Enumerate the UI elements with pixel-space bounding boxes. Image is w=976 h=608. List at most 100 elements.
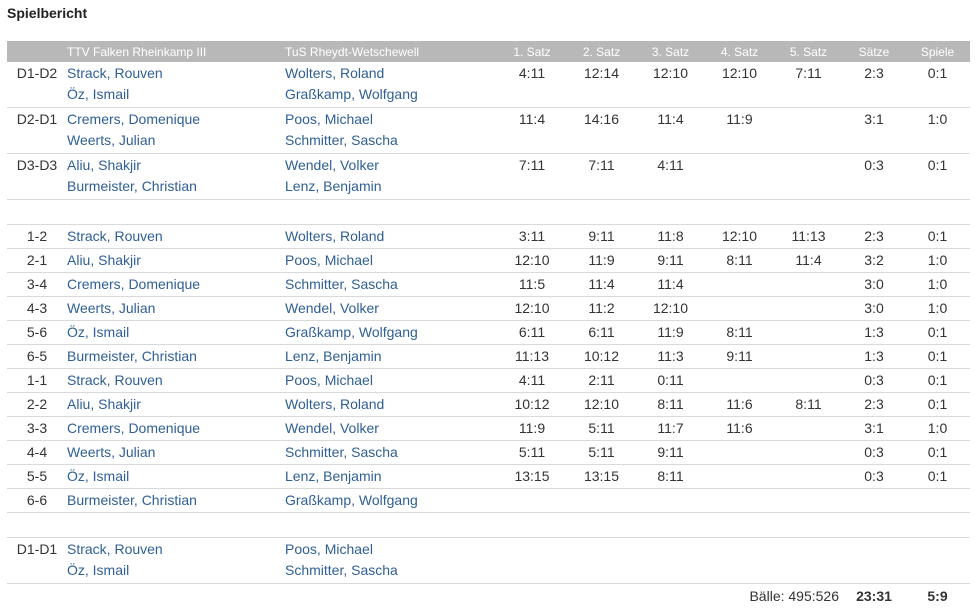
set-3-score: 8:11 (636, 465, 705, 489)
home-player-link[interactable]: Strack, Rouven (67, 63, 285, 84)
home-player-link[interactable]: Weerts, Julian (67, 297, 285, 321)
home-player-link[interactable]: Aliu, Shakjir (67, 249, 285, 273)
table-body: D1-D2Strack, RouvenÖz, IsmailWolters, Ro… (7, 62, 970, 608)
home-player-link[interactable]: Cremers, Domenique (67, 109, 285, 130)
away-player-link[interactable]: Graßkamp, Wolfgang (285, 84, 497, 105)
home-player-link[interactable]: Strack, Rouven (67, 539, 285, 560)
home-player-link[interactable]: Weerts, Julian (67, 130, 285, 151)
saetze-score: 3:1 (843, 417, 905, 441)
spiele-score: 1:0 (905, 417, 970, 441)
set-2-score: 6:11 (567, 321, 636, 345)
set-3-score: 11:3 (636, 345, 705, 369)
set-3-score: 11:8 (636, 225, 705, 249)
set-2-score: 9:11 (567, 225, 636, 249)
home-player-link[interactable]: Weerts, Julian (67, 441, 285, 465)
home-player-cell: Strack, RouvenÖz, Ismail (67, 62, 285, 108)
spiele-score: 0:1 (905, 441, 970, 465)
set-2-score: 5:11 (567, 417, 636, 441)
spacer-cell (7, 200, 970, 225)
away-player-link[interactable]: Wendel, Volker (285, 417, 497, 441)
away-player-link[interactable]: Lenz, Benjamin (285, 176, 497, 197)
set-2-score: 2:11 (567, 369, 636, 393)
set-3-score (636, 489, 705, 513)
match-position: D2-D1 (7, 108, 67, 154)
set-1-score: 10:12 (497, 393, 567, 417)
set-5-score: 11:4 (774, 249, 843, 273)
set-5-score: 8:11 (774, 393, 843, 417)
home-player-link[interactable]: Burmeister, Christian (67, 345, 285, 369)
set-4-score: 8:11 (705, 249, 774, 273)
away-player-link[interactable]: Schmitter, Sascha (285, 273, 497, 297)
away-player-link[interactable]: Schmitter, Sascha (285, 441, 497, 465)
away-player-link[interactable]: Poos, Michael (285, 369, 497, 393)
saetze-score: 0:3 (843, 465, 905, 489)
saetze-score: 0:3 (843, 441, 905, 465)
home-player-link[interactable]: Burmeister, Christian (67, 176, 285, 197)
saetze-score: 2:3 (843, 393, 905, 417)
header-set-3: 3. Satz (636, 41, 705, 62)
set-1-score: 13:15 (497, 465, 567, 489)
away-player-link[interactable]: Wendel, Volker (285, 155, 497, 176)
set-1-score: 5:11 (497, 441, 567, 465)
set-3-score: 4:11 (636, 154, 705, 200)
match-position: 3-3 (7, 417, 67, 441)
away-player-link[interactable]: Poos, Michael (285, 249, 497, 273)
set-1-score: 12:10 (497, 249, 567, 273)
doubles-match-row: D3-D3Aliu, ShakjirBurmeister, ChristianW… (7, 154, 970, 200)
home-player-link[interactable]: Cremers, Domenique (67, 273, 285, 297)
set-1-score: 3:11 (497, 225, 567, 249)
away-player-link[interactable]: Graßkamp, Wolfgang (285, 489, 497, 513)
away-player-cell: Wolters, RolandGraßkamp, Wolfgang (285, 62, 497, 108)
set-1-score: 4:11 (497, 369, 567, 393)
singles-match-row: 2-2Aliu, ShakjirWolters, Roland10:1212:1… (7, 393, 970, 417)
away-player-cell: Poos, MichaelSchmitter, Sascha (285, 538, 497, 584)
match-position: D1-D2 (7, 62, 67, 108)
away-player-link[interactable]: Lenz, Benjamin (285, 465, 497, 489)
home-player-link[interactable]: Öz, Ismail (67, 560, 285, 581)
spacer-cell (7, 513, 970, 538)
home-player-link[interactable]: Burmeister, Christian (67, 489, 285, 513)
singles-match-row: 1-2Strack, RouvenWolters, Roland3:119:11… (7, 225, 970, 249)
away-player-link[interactable]: Poos, Michael (285, 539, 497, 560)
home-player-link[interactable]: Strack, Rouven (67, 369, 285, 393)
home-player-link[interactable]: Cremers, Domenique (67, 417, 285, 441)
home-player-link[interactable]: Öz, Ismail (67, 465, 285, 489)
set-5-score (774, 345, 843, 369)
away-player-link[interactable]: Wolters, Roland (285, 393, 497, 417)
away-player-link[interactable]: Wendel, Volker (285, 297, 497, 321)
away-player-cell: Wendel, VolkerLenz, Benjamin (285, 154, 497, 200)
saetze-score: 3:2 (843, 249, 905, 273)
away-player-link[interactable]: Wolters, Roland (285, 225, 497, 249)
set-1-score: 11:4 (497, 108, 567, 154)
set-3-score: 12:10 (636, 62, 705, 108)
away-player-link[interactable]: Schmitter, Sascha (285, 130, 497, 151)
header-set-4: 4. Satz (705, 41, 774, 62)
singles-match-row: 4-4Weerts, JulianSchmitter, Sascha5:115:… (7, 441, 970, 465)
singles-match-row: 6-6Burmeister, ChristianGraßkamp, Wolfga… (7, 489, 970, 513)
away-player-link[interactable]: Poos, Michael (285, 109, 497, 130)
home-player-link[interactable]: Strack, Rouven (67, 225, 285, 249)
match-position: 6-6 (7, 489, 67, 513)
home-player-link[interactable]: Öz, Ismail (67, 321, 285, 345)
balls-total: Bälle: 495:526 (636, 584, 843, 608)
home-player-link[interactable]: Öz, Ismail (67, 84, 285, 105)
away-player-link[interactable]: Lenz, Benjamin (285, 345, 497, 369)
home-player-link[interactable]: Aliu, Shakjir (67, 155, 285, 176)
section-spacer (7, 513, 970, 538)
set-3-score: 11:7 (636, 417, 705, 441)
set-3-score: 0:11 (636, 369, 705, 393)
set-2-score: 7:11 (567, 154, 636, 200)
spiele-score: 1:0 (905, 273, 970, 297)
set-4-score (705, 273, 774, 297)
away-player-link[interactable]: Wolters, Roland (285, 63, 497, 84)
set-5-score (774, 108, 843, 154)
spiele-score: 1:0 (905, 249, 970, 273)
match-position: D1-D1 (7, 538, 67, 584)
away-player-link[interactable]: Graßkamp, Wolfgang (285, 321, 497, 345)
saetze-score: 3:0 (843, 297, 905, 321)
away-player-link[interactable]: Schmitter, Sascha (285, 560, 497, 581)
set-1-score: 12:10 (497, 297, 567, 321)
set-4-score (705, 465, 774, 489)
match-position: 3-4 (7, 273, 67, 297)
home-player-link[interactable]: Aliu, Shakjir (67, 393, 285, 417)
